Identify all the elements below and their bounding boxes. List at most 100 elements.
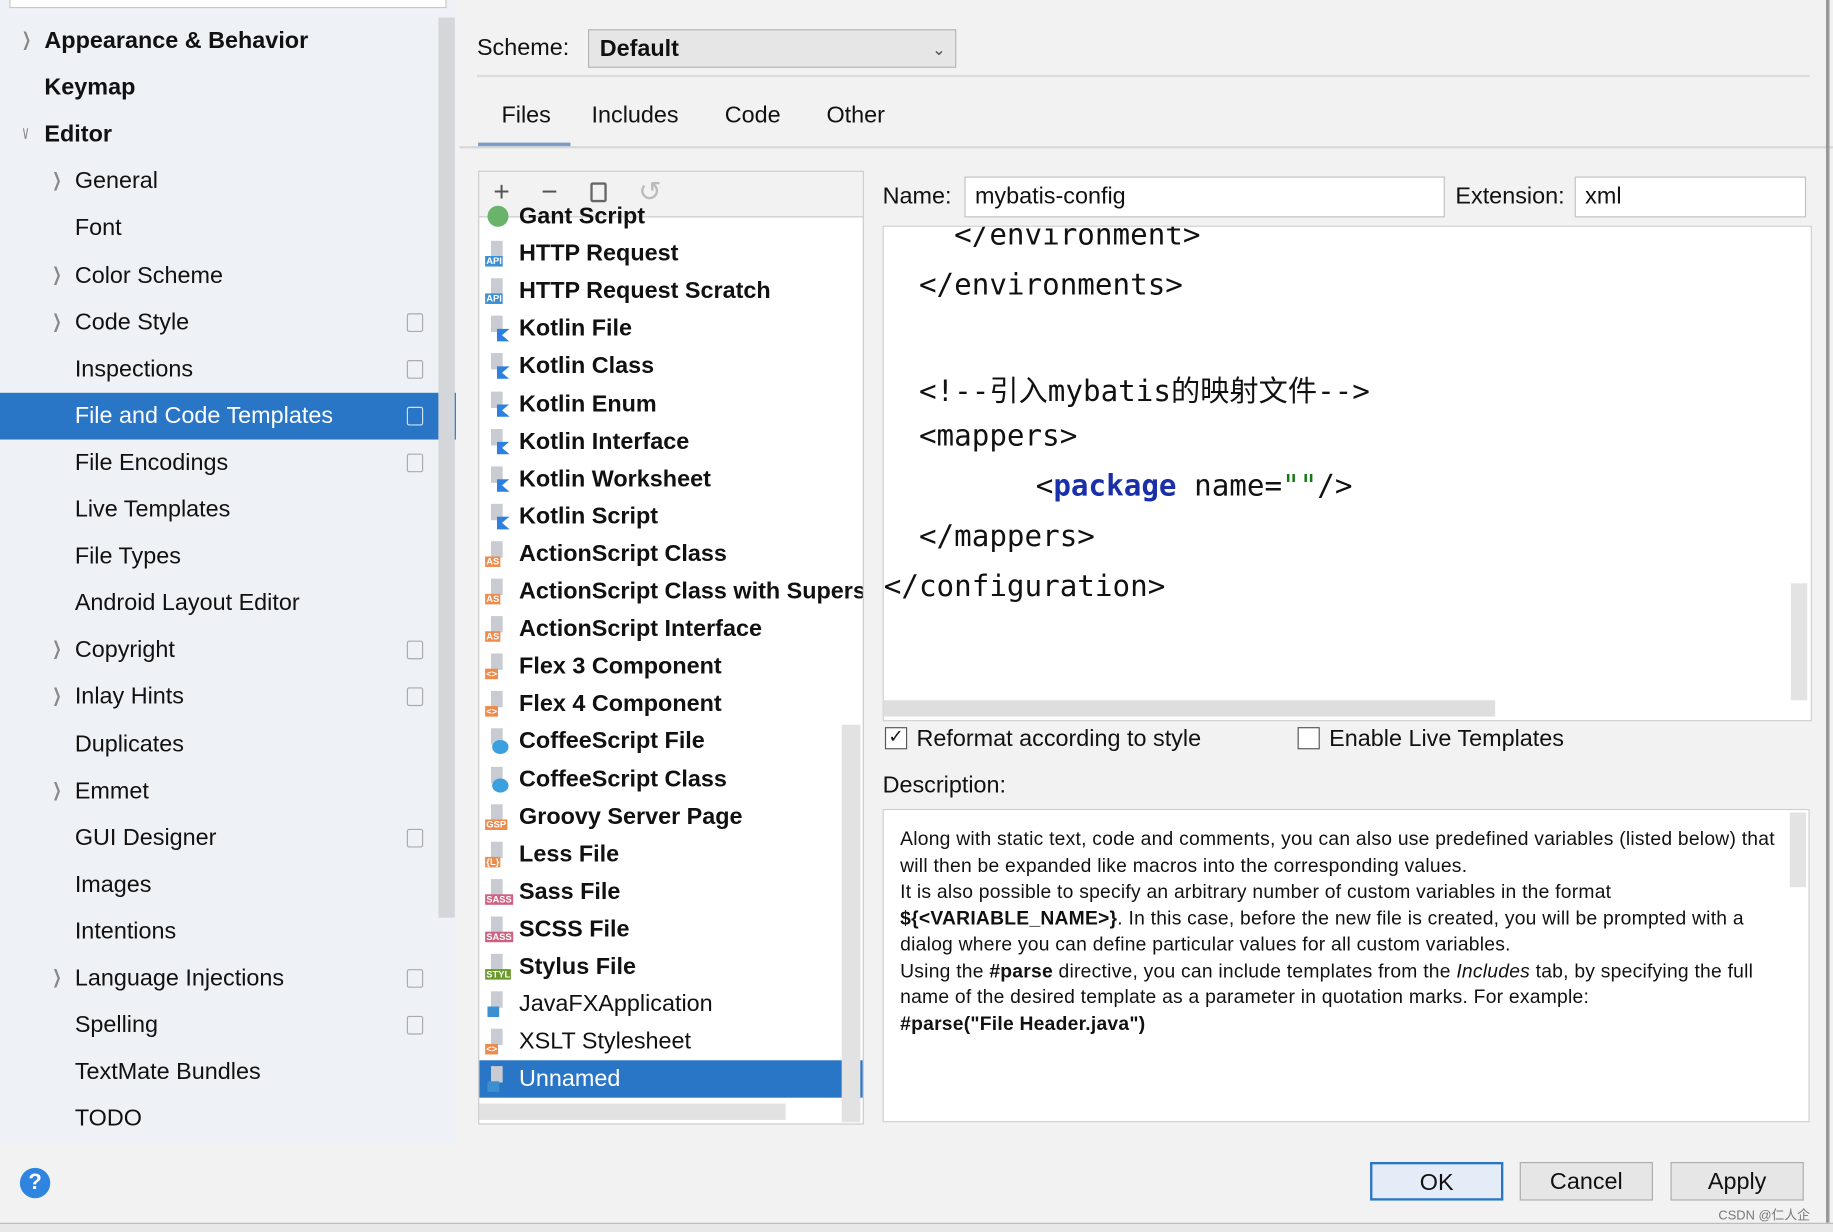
sidebar-item-appearance-behavior[interactable]: ❯ Appearance & Behavior	[0, 18, 456, 65]
tab-files[interactable]: Files	[502, 103, 551, 138]
template-item[interactable]: Kotlin File	[479, 310, 862, 347]
sidebar-item-file-and-code-templates[interactable]: File and Code Templates	[0, 392, 456, 440]
sidebar-item-language-injections[interactable]: ❯ Language Injections	[0, 955, 456, 1002]
tab-code[interactable]: Code	[725, 103, 781, 138]
sidebar-item-textmate-bundles[interactable]: TextMate Bundles	[0, 1049, 456, 1096]
sidebar-item-copyright[interactable]: ❯ Copyright	[0, 627, 456, 674]
list-scrollbar[interactable]	[841, 724, 861, 1123]
ok-button[interactable]: OK	[1370, 1161, 1504, 1201]
sidebar-item-font[interactable]: Font	[0, 205, 456, 252]
sidebar-item-inlay-hints[interactable]: ❯ Inlay Hints	[0, 674, 456, 721]
sidebar-item-images[interactable]: Images	[0, 861, 456, 908]
editor-horizontal-scrollbar[interactable]	[883, 700, 1496, 717]
template-label: CoffeeScript Class	[519, 766, 727, 792]
sidebar-item-editor[interactable]: ∨ Editor	[0, 111, 456, 158]
sidebar-item-general[interactable]: ❯ General	[0, 158, 456, 205]
sidebar-item-code-style[interactable]: ❯ Code Style	[0, 299, 456, 346]
template-item[interactable]: SASS SCSS File	[479, 911, 862, 948]
code-line: </environment>	[883, 225, 1201, 252]
template-item[interactable]: GSP Groovy Server Page	[479, 798, 862, 835]
template-item[interactable]: Kotlin Script	[479, 498, 862, 535]
template-label: JavaFXApplication	[519, 991, 713, 1018]
template-item[interactable]: API HTTP Request Scratch	[479, 273, 862, 310]
template-item[interactable]: CoffeeScript Class	[479, 760, 862, 797]
live-templates-checkbox[interactable]	[1297, 727, 1320, 750]
template-item[interactable]: Kotlin Enum	[479, 385, 862, 422]
description-scrollbar[interactable]	[1789, 812, 1807, 888]
chevron-right-icon[interactable]: ❯	[52, 252, 61, 299]
editor-vertical-scrollbar[interactable]	[1790, 583, 1808, 701]
template-item[interactable]: <> Flex 4 Component	[479, 685, 862, 722]
template-item[interactable]: JavaFXApplication	[479, 986, 862, 1023]
chevron-right-icon[interactable]: ❯	[52, 158, 61, 205]
description-text: Along with static text, code and comment…	[900, 828, 1775, 877]
sidebar-item-color-scheme[interactable]: ❯ Color Scheme	[0, 252, 456, 299]
template-item[interactable]: Kotlin Class	[479, 348, 862, 385]
sidebar-item-file-encodings[interactable]: File Encodings	[0, 439, 456, 486]
template-item[interactable]: SASS Sass File	[479, 873, 862, 910]
sidebar-item-label: TODO	[74, 1106, 142, 1132]
code-line: </environments>	[883, 267, 1183, 302]
template-item[interactable]: Gant Script	[479, 198, 862, 235]
template-coffee-icon	[485, 728, 511, 755]
template-code-editor[interactable]: </environment> </environments> <!--引入myb…	[882, 225, 1812, 722]
tab-other[interactable]: Other	[826, 103, 884, 138]
help-icon[interactable]: ?	[19, 1167, 51, 1199]
settings-search-input[interactable]	[9, 0, 447, 9]
divider	[459, 146, 1833, 149]
sidebar-item-intentions[interactable]: Intentions	[0, 908, 456, 955]
chevron-right-icon[interactable]: ❯	[52, 299, 61, 346]
template-item[interactable]: <> XSLT Stylesheet	[479, 1023, 862, 1060]
name-label: Name:	[882, 183, 952, 210]
template-item[interactable]: STYL Stylus File	[479, 948, 862, 985]
template-item[interactable]: {L} Less File	[479, 835, 862, 872]
chevron-right-icon[interactable]: ❯	[52, 768, 61, 815]
list-horizontal-scrollbar[interactable]	[479, 1103, 786, 1120]
template-item[interactable]: AS ActionScript Class	[479, 535, 862, 572]
template-item[interactable]: Kotlin Interface	[479, 423, 862, 460]
sidebar-item-label: Images	[74, 871, 152, 898]
sidebar-item-emmet[interactable]: ❯ Emmet	[0, 768, 456, 815]
apply-button[interactable]: Apply	[1670, 1161, 1804, 1201]
sidebar-item-label: GUI Designer	[74, 824, 217, 851]
sidebar-item-spelling[interactable]: Spelling	[0, 1002, 456, 1049]
reformat-checkbox[interactable]: ✓	[884, 727, 908, 750]
template-item[interactable]: AS ActionScript Interface	[479, 610, 862, 647]
chevron-right-icon[interactable]: ❯	[52, 627, 61, 674]
template-item[interactable]: CoffeeScript File	[479, 723, 862, 760]
template-item[interactable]: Unnamed	[479, 1060, 863, 1099]
template-l-icon: {L}	[485, 841, 511, 868]
template-label: ActionScript Class	[519, 541, 727, 567]
scheme-dropdown[interactable]: Default ⌄	[588, 29, 957, 68]
cancel-button[interactable]: Cancel	[1519, 1161, 1653, 1201]
sidebar-item-live-templates[interactable]: Live Templates	[0, 486, 456, 533]
sidebar-item-duplicates[interactable]: Duplicates	[0, 721, 456, 768]
chevron-down-icon[interactable]: ∨	[21, 111, 29, 158]
name-input[interactable]: mybatis-config	[964, 176, 1445, 218]
chevron-right-icon[interactable]: ❯	[22, 18, 31, 65]
window-border	[1825, 0, 1830, 1223]
template-styl-icon: STYL	[485, 953, 512, 980]
tab-includes[interactable]: Includes	[592, 103, 679, 138]
project-scope-icon	[406, 312, 424, 332]
template-item[interactable]: API HTTP Request	[479, 235, 862, 272]
extension-input[interactable]: xml	[1574, 176, 1807, 218]
template-item[interactable]: <> Flex 3 Component	[479, 648, 862, 685]
template--icon: <>	[485, 653, 511, 680]
sidebar-item-label: Keymap	[44, 74, 136, 101]
sidebar-item-label: General	[74, 168, 158, 195]
chevron-right-icon[interactable]: ❯	[52, 955, 61, 1002]
template-item[interactable]: Kotlin Worksheet	[479, 460, 862, 497]
sidebar-item-gui-designer[interactable]: GUI Designer	[0, 814, 456, 861]
sidebar-item-keymap[interactable]: Keymap	[0, 64, 456, 111]
template-sass-icon: SASS	[485, 878, 513, 905]
sidebar-item-todo[interactable]: TODO	[0, 1096, 456, 1143]
chevron-right-icon[interactable]: ❯	[52, 674, 61, 721]
template-label: ActionScript Class with Supers	[519, 578, 864, 605]
template-item[interactable]: AS ActionScript Class with Supers	[479, 573, 864, 610]
sidebar-scrollbar[interactable]	[438, 17, 455, 918]
sidebar-item-inspections[interactable]: Inspections	[0, 346, 456, 393]
code-line: </configuration>	[883, 569, 1166, 604]
sidebar-item-file-types[interactable]: File Types	[0, 533, 456, 580]
sidebar-item-android-layout-editor[interactable]: Android Layout Editor	[0, 580, 456, 627]
